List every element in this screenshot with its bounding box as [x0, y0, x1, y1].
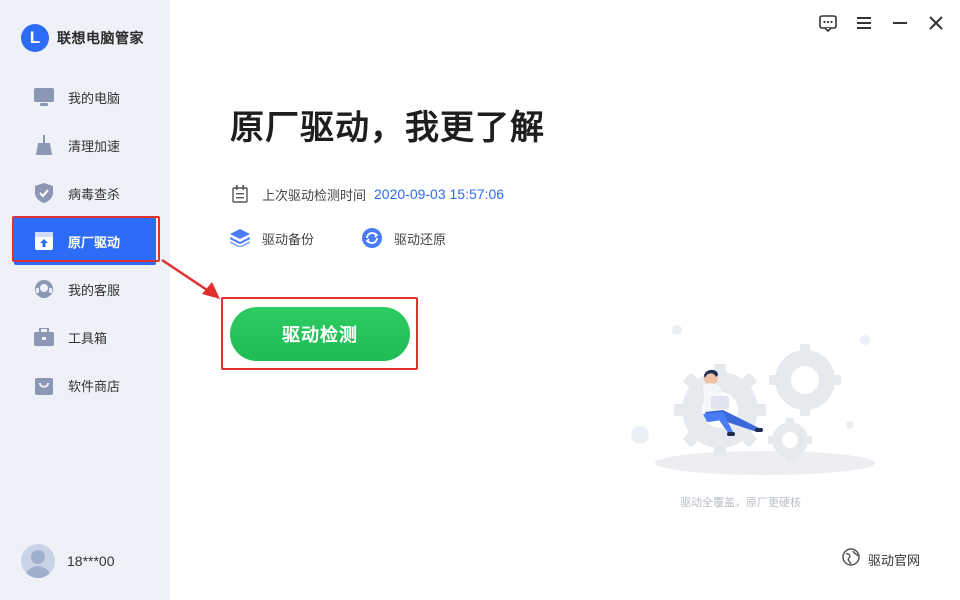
sidebar-item-label: 软件商店 — [68, 379, 121, 395]
app-name: 联想电脑管家 — [57, 31, 144, 47]
last-check-time: 2020-09-03 15:57:06 — [374, 186, 505, 202]
sidebar-nav: 我的电脑 清理加速 病毒查杀 原厂驱动 我的客服 工具箱 软件商店 — [0, 73, 170, 409]
headset-icon — [34, 279, 54, 299]
avatar[interactable] — [21, 544, 55, 578]
calendar-icon — [230, 184, 250, 204]
illustration-caption: 驱动全覆盖，原厂更硬核 — [680, 496, 801, 509]
last-check-row: 上次驱动检测时间 2020-09-03 15:57:06 — [230, 184, 504, 204]
sidebar-item-my-computer[interactable]: 我的电脑 — [0, 73, 170, 121]
minimize-icon[interactable] — [890, 12, 910, 34]
laptop-icon — [34, 87, 54, 107]
menu-icon[interactable] — [854, 12, 874, 34]
sidebar-item-antivirus[interactable]: 病毒查杀 — [0, 169, 170, 217]
sidebar-item-cleanup[interactable]: 清理加速 — [0, 121, 170, 169]
driver-actions-row: 驱动备份 驱动还原 — [230, 228, 446, 248]
last-check-label: 上次驱动检测时间 — [262, 188, 367, 204]
restore-icon — [362, 228, 383, 248]
driver-detect-button[interactable]: 驱动检测 — [230, 307, 410, 361]
driver-restore-button[interactable]: 驱动还原 — [362, 228, 446, 248]
close-icon[interactable] — [926, 12, 946, 34]
driver-backup-label: 驱动备份 — [262, 232, 315, 248]
user-profile[interactable]: 18***00 — [21, 544, 115, 578]
sidebar-item-label: 清理加速 — [68, 139, 121, 155]
sidebar-item-label: 我的客服 — [68, 283, 121, 299]
user-name: 18***00 — [67, 553, 115, 569]
driver-restore-label: 驱动还原 — [394, 232, 447, 248]
official-site-link[interactable]: 驱动官网 — [842, 548, 920, 570]
feedback-icon[interactable] — [818, 12, 838, 34]
sidebar-item-label: 工具箱 — [68, 331, 108, 347]
app-brand: L 联想电脑管家 — [21, 24, 144, 52]
sidebar-item-label: 我的电脑 — [68, 91, 121, 107]
sidebar-item-toolbox[interactable]: 工具箱 — [0, 313, 170, 361]
sidebar: L 联想电脑管家 我的电脑 清理加速 病毒查杀 原厂驱动 我的客服 工具箱 软件… — [0, 0, 170, 600]
sidebar-item-driver[interactable]: 原厂驱动 — [14, 217, 156, 265]
shopping-bag-icon — [34, 375, 54, 395]
sidebar-item-store[interactable]: 软件商店 — [0, 361, 170, 409]
broom-icon — [34, 135, 54, 155]
layers-icon — [230, 228, 250, 248]
globe-icon — [842, 548, 860, 570]
sidebar-item-label: 原厂驱动 — [68, 235, 121, 251]
driver-illustration — [631, 325, 875, 475]
toolbox-icon — [34, 327, 54, 347]
driver-backup-button[interactable]: 驱动备份 — [230, 228, 314, 248]
sidebar-item-support[interactable]: 我的客服 — [0, 265, 170, 313]
shield-icon — [34, 183, 54, 203]
app-logo-icon: L — [21, 24, 49, 52]
page-title: 原厂驱动，我更了解 — [230, 108, 545, 148]
sidebar-item-label: 病毒查杀 — [68, 187, 121, 203]
window-controls — [818, 12, 946, 34]
official-site-label: 驱动官网 — [867, 553, 920, 569]
driver-box-icon — [34, 231, 54, 251]
